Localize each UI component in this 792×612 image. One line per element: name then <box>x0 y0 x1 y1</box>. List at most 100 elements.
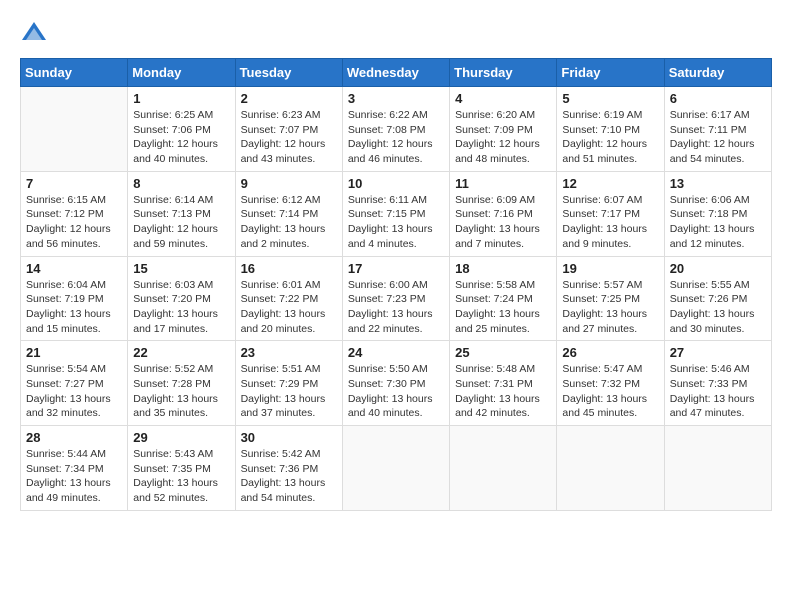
day-number: 1 <box>133 91 229 106</box>
day-number: 23 <box>241 345 337 360</box>
day-info: Sunrise: 6:25 AMSunset: 7:06 PMDaylight:… <box>133 108 229 167</box>
calendar-cell: 17 Sunrise: 6:00 AMSunset: 7:23 PMDayligh… <box>342 256 449 341</box>
calendar-cell: 14Sunrise: 6:04 AMSunset: 7:19 PMDayligh… <box>21 256 128 341</box>
day-info: Sunrise: 5:51 AMSunset: 7:29 PMDaylight:… <box>241 362 337 421</box>
day-info: Sunrise: 6:11 AMSunset: 7:15 PMDaylight:… <box>348 193 444 252</box>
calendar-cell: 5Sunrise: 6:19 AMSunset: 7:10 PMDaylight… <box>557 87 664 172</box>
calendar-cell <box>664 426 771 511</box>
weekday-header-monday: Monday <box>128 59 235 87</box>
day-number: 25 <box>455 345 551 360</box>
calendar-week-row: 1 Sunrise: 6:25 AMSunset: 7:06 PMDaylight… <box>21 87 772 172</box>
calendar-cell: 13 Sunrise: 6:06 AMSunset: 7:18 PMDayligh… <box>664 171 771 256</box>
day-info: Sunrise: 5:47 AMSunset: 7:32 PMDaylight:… <box>562 362 658 421</box>
calendar-cell: 21 Sunrise: 5:54 AMSunset: 7:27 PMDayligh… <box>21 341 128 426</box>
calendar-table: SundayMondayTuesdayWednesdayThursdayFrid… <box>20 58 772 511</box>
calendar-cell: 11 Sunrise: 6:09 AMSunset: 7:16 PMDayligh… <box>450 171 557 256</box>
day-info: Sunrise: 6:06 AMSunset: 7:18 PMDaylight:… <box>670 193 766 252</box>
day-number: 13 <box>670 176 766 191</box>
day-number: 27 <box>670 345 766 360</box>
calendar-cell <box>450 426 557 511</box>
calendar-cell: 10 Sunrise: 6:11 AMSunset: 7:15 PMDayligh… <box>342 171 449 256</box>
logo <box>20 20 52 48</box>
calendar-cell: 8Sunrise: 6:14 AMSunset: 7:13 PMDaylight… <box>128 171 235 256</box>
calendar-cell: 20 Sunrise: 5:55 AMSunset: 7:26 PMDayligh… <box>664 256 771 341</box>
day-number: 29 <box>133 430 229 445</box>
day-info: Sunrise: 5:46 AMSunset: 7:33 PMDaylight:… <box>670 362 766 421</box>
day-number: 10 <box>348 176 444 191</box>
day-number: 5 <box>562 91 658 106</box>
day-info: Sunrise: 5:48 AMSunset: 7:31 PMDaylight:… <box>455 362 551 421</box>
day-number: 18 <box>455 261 551 276</box>
day-number: 12 <box>562 176 658 191</box>
day-info: Sunrise: 6:20 AMSunset: 7:09 PMDaylight:… <box>455 108 551 167</box>
calendar-cell: 1 Sunrise: 6:25 AMSunset: 7:06 PMDaylight… <box>128 87 235 172</box>
calendar-week-row: 21 Sunrise: 5:54 AMSunset: 7:27 PMDayligh… <box>21 341 772 426</box>
calendar-cell: 22 Sunrise: 5:52 AMSunset: 7:28 PMDayligh… <box>128 341 235 426</box>
day-info: Sunrise: 6:09 AMSunset: 7:16 PMDaylight:… <box>455 193 551 252</box>
calendar-cell: 30Sunrise: 5:42 AMSunset: 7:36 PMDayligh… <box>235 426 342 511</box>
day-info: Sunrise: 6:17 AMSunset: 7:11 PMDaylight:… <box>670 108 766 167</box>
day-number: 16 <box>241 261 337 276</box>
day-number: 4 <box>455 91 551 106</box>
day-number: 17 <box>348 261 444 276</box>
day-number: 9 <box>241 176 337 191</box>
calendar-cell: 23 Sunrise: 5:51 AMSunset: 7:29 PMDayligh… <box>235 341 342 426</box>
day-number: 15 <box>133 261 229 276</box>
calendar-cell <box>557 426 664 511</box>
day-info: Sunrise: 6:22 AMSunset: 7:08 PMDaylight:… <box>348 108 444 167</box>
day-number: 22 <box>133 345 229 360</box>
weekday-header-friday: Friday <box>557 59 664 87</box>
day-info: Sunrise: 5:57 AMSunset: 7:25 PMDaylight:… <box>562 278 658 337</box>
calendar-cell <box>342 426 449 511</box>
weekday-header-row: SundayMondayTuesdayWednesdayThursdayFrid… <box>21 59 772 87</box>
calendar-week-row: 14Sunrise: 6:04 AMSunset: 7:19 PMDayligh… <box>21 256 772 341</box>
day-info: Sunrise: 6:14 AMSunset: 7:13 PMDaylight:… <box>133 193 229 252</box>
day-number: 20 <box>670 261 766 276</box>
day-number: 30 <box>241 430 337 445</box>
calendar-week-row: 7 Sunrise: 6:15 AMSunset: 7:12 PMDaylight… <box>21 171 772 256</box>
day-number: 3 <box>348 91 444 106</box>
day-info: Sunrise: 5:52 AMSunset: 7:28 PMDaylight:… <box>133 362 229 421</box>
day-number: 11 <box>455 176 551 191</box>
day-number: 2 <box>241 91 337 106</box>
calendar-cell <box>21 87 128 172</box>
day-number: 6 <box>670 91 766 106</box>
weekday-header-saturday: Saturday <box>664 59 771 87</box>
logo-icon <box>20 20 48 48</box>
weekday-header-wednesday: Wednesday <box>342 59 449 87</box>
day-info: Sunrise: 6:07 AMSunset: 7:17 PMDaylight:… <box>562 193 658 252</box>
calendar-cell: 24Sunrise: 5:50 AMSunset: 7:30 PMDayligh… <box>342 341 449 426</box>
day-number: 14 <box>26 261 122 276</box>
day-info: Sunrise: 6:00 AMSunset: 7:23 PMDaylight:… <box>348 278 444 337</box>
calendar-cell: 6 Sunrise: 6:17 AMSunset: 7:11 PMDaylight… <box>664 87 771 172</box>
day-info: Sunrise: 5:43 AMSunset: 7:35 PMDaylight:… <box>133 447 229 506</box>
calendar-cell: 2 Sunrise: 6:23 AMSunset: 7:07 PMDaylight… <box>235 87 342 172</box>
day-info: Sunrise: 6:23 AMSunset: 7:07 PMDaylight:… <box>241 108 337 167</box>
day-number: 26 <box>562 345 658 360</box>
page-header <box>20 20 772 48</box>
day-number: 7 <box>26 176 122 191</box>
day-info: Sunrise: 6:01 AMSunset: 7:22 PMDaylight:… <box>241 278 337 337</box>
day-info: Sunrise: 5:55 AMSunset: 7:26 PMDaylight:… <box>670 278 766 337</box>
calendar-cell: 16 Sunrise: 6:01 AMSunset: 7:22 PMDayligh… <box>235 256 342 341</box>
day-info: Sunrise: 5:54 AMSunset: 7:27 PMDaylight:… <box>26 362 122 421</box>
calendar-cell: 7 Sunrise: 6:15 AMSunset: 7:12 PMDaylight… <box>21 171 128 256</box>
calendar-cell: 15 Sunrise: 6:03 AMSunset: 7:20 PMDayligh… <box>128 256 235 341</box>
calendar-cell: 28 Sunrise: 5:44 AMSunset: 7:34 PMDayligh… <box>21 426 128 511</box>
weekday-header-thursday: Thursday <box>450 59 557 87</box>
day-number: 28 <box>26 430 122 445</box>
calendar-cell: 25 Sunrise: 5:48 AMSunset: 7:31 PMDayligh… <box>450 341 557 426</box>
day-number: 21 <box>26 345 122 360</box>
day-info: Sunrise: 6:03 AMSunset: 7:20 PMDaylight:… <box>133 278 229 337</box>
day-number: 19 <box>562 261 658 276</box>
calendar-cell: 29 Sunrise: 5:43 AMSunset: 7:35 PMDayligh… <box>128 426 235 511</box>
day-info: Sunrise: 6:15 AMSunset: 7:12 PMDaylight:… <box>26 193 122 252</box>
day-info: Sunrise: 5:44 AMSunset: 7:34 PMDaylight:… <box>26 447 122 506</box>
day-info: Sunrise: 6:12 AMSunset: 7:14 PMDaylight:… <box>241 193 337 252</box>
weekday-header-sunday: Sunday <box>21 59 128 87</box>
calendar-cell: 12 Sunrise: 6:07 AMSunset: 7:17 PMDayligh… <box>557 171 664 256</box>
calendar-cell: 4 Sunrise: 6:20 AMSunset: 7:09 PMDaylight… <box>450 87 557 172</box>
calendar-week-row: 28 Sunrise: 5:44 AMSunset: 7:34 PMDayligh… <box>21 426 772 511</box>
calendar-cell: 19 Sunrise: 5:57 AMSunset: 7:25 PMDayligh… <box>557 256 664 341</box>
calendar-cell: 3 Sunrise: 6:22 AMSunset: 7:08 PMDaylight… <box>342 87 449 172</box>
